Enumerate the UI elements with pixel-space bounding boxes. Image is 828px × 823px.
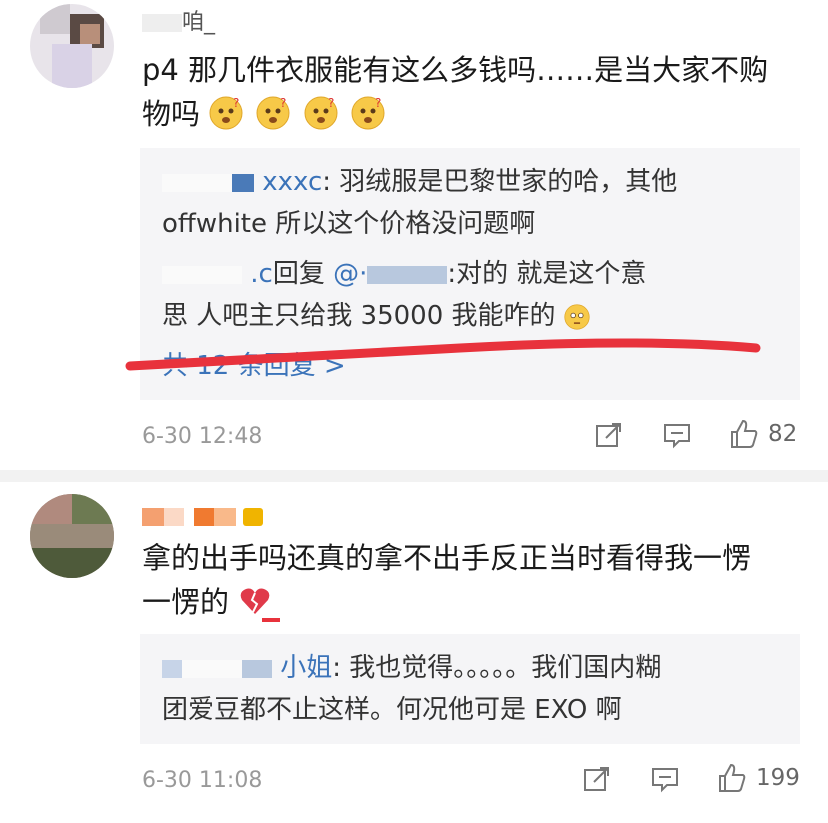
comment-icon xyxy=(652,768,678,793)
reply-item-line-2: offwhite 所以这个价格没问题啊 xyxy=(162,209,536,239)
svg-text:?: ? xyxy=(233,96,239,110)
like-button[interactable]: 82 xyxy=(728,418,797,450)
thinking-face-icon: ? xyxy=(209,96,243,130)
comment-button[interactable] xyxy=(662,420,692,450)
repost-button[interactable] xyxy=(594,420,624,450)
thinking-face-icon: ? xyxy=(256,96,290,130)
comment-card: 咱_ p4 那几件衣服能有这么多钱吗……是当大家不购 物吗 ? ? ? ? xx… xyxy=(0,0,828,470)
level-badge-icon xyxy=(243,508,263,526)
reply-username[interactable]: 小姐 xyxy=(280,653,332,683)
svg-text:?: ? xyxy=(328,96,334,110)
more-replies-link[interactable]: 共 12 条回复 > xyxy=(162,348,346,384)
comment-text-line: p4 那几件衣服能有这么多钱吗……是当大家不购 xyxy=(142,53,769,87)
reply-item-line-2: 团爱豆都不止这样。何况他可是 EXO 啊 xyxy=(162,695,622,725)
comment-text-line: 拿的出手吗还真的拿不出手反正当时看得我一愣 xyxy=(142,541,752,575)
avatar[interactable] xyxy=(30,494,114,578)
svg-text:?: ? xyxy=(280,96,286,110)
comment-text: 拿的出手吗还真的拿不出手反正当时看得我一愣 一愣的 xyxy=(142,536,802,624)
comment-text-line-2: 一愣的 xyxy=(142,580,802,624)
repost-icon xyxy=(584,767,609,791)
mention-link[interactable]: @· xyxy=(333,259,367,289)
comment-text-line-2: 物吗 ? ? ? ? xyxy=(142,92,802,136)
broken-heart-icon xyxy=(240,588,270,614)
like-count: 82 xyxy=(768,421,798,447)
reply-item[interactable]: .c回复 @·:对的 就是这个意 xyxy=(162,256,646,292)
thumbs-up-icon xyxy=(719,763,746,792)
timestamp: 6-30 12:48 xyxy=(142,424,263,449)
svg-text:?: ? xyxy=(375,96,381,110)
thinking-face-icon: ? xyxy=(304,96,338,130)
username[interactable]: 咱_ xyxy=(142,4,215,36)
reply-item-line-2: 思 人吧主只给我 35000 我能咋的 xyxy=(162,298,594,334)
reply-item[interactable]: xxxc: 羽绒服是巴黎世家的哈，其他 xyxy=(162,164,677,200)
thinking-face-icon: ? xyxy=(351,96,385,130)
reply-username[interactable]: .c xyxy=(250,259,273,289)
repost-icon xyxy=(596,423,621,447)
comment-icon xyxy=(664,424,690,449)
reply-box[interactable]: 小姐: 我也觉得。。。。。我们国内糊 团爱豆都不止这样。何况他可是 EXO 啊 xyxy=(140,634,800,744)
reply-username[interactable]: xxxc xyxy=(262,167,322,197)
reply-box[interactable]: xxxc: 羽绒服是巴黎世家的哈，其他 offwhite 所以这个价格没问题啊 … xyxy=(140,148,800,400)
avatar[interactable] xyxy=(30,4,114,88)
comment-text: p4 那几件衣服能有这么多钱吗……是当大家不购 物吗 ? ? ? ? xyxy=(142,48,802,136)
username[interactable] xyxy=(142,504,263,529)
comment-card: 拿的出手吗还真的拿不出手反正当时看得我一愣 一愣的 小姐: 我也觉得。。。。。我… xyxy=(0,482,828,823)
comment-button[interactable] xyxy=(650,764,680,794)
repost-button[interactable] xyxy=(582,764,612,794)
flushed-face-icon xyxy=(564,304,590,330)
timestamp: 6-30 11:08 xyxy=(142,768,263,793)
like-count: 199 xyxy=(756,765,800,791)
reply-item[interactable]: 小姐: 我也觉得。。。。。我们国内糊 xyxy=(162,650,661,686)
like-button[interactable]: 199 xyxy=(716,762,800,794)
thumbs-up-icon xyxy=(731,419,758,448)
divider xyxy=(0,470,828,482)
